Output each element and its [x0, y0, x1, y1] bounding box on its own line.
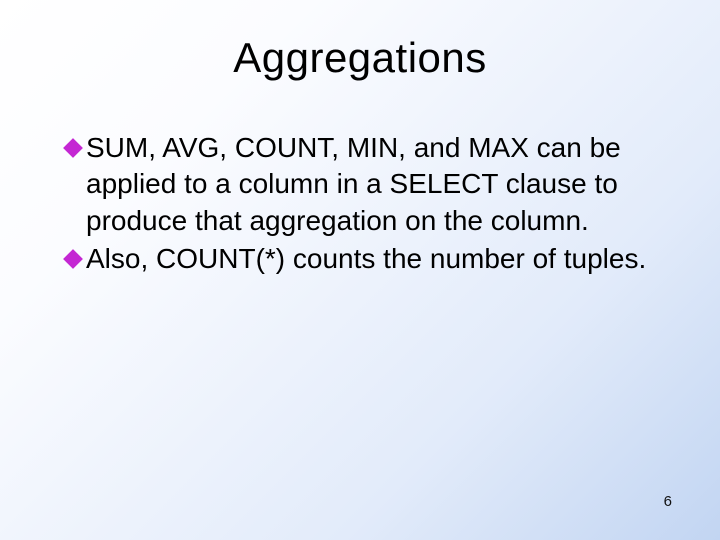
bullet-text: Also, COUNT(*) counts the number of tupl…	[86, 241, 646, 277]
diamond-bullet-icon	[62, 248, 84, 270]
bullet-item: Also, COUNT(*) counts the number of tupl…	[62, 241, 660, 277]
slide-title: Aggregations	[0, 0, 720, 82]
bullet-text: SUM, AVG, COUNT, MIN, and MAX can be app…	[86, 130, 660, 239]
page-number: 6	[664, 493, 672, 510]
diamond-bullet-icon	[62, 137, 84, 159]
slide: Aggregations SUM, AVG, COUNT, MIN, and M…	[0, 0, 720, 540]
bullet-item: SUM, AVG, COUNT, MIN, and MAX can be app…	[62, 130, 660, 239]
slide-body: SUM, AVG, COUNT, MIN, and MAX can be app…	[0, 82, 720, 278]
